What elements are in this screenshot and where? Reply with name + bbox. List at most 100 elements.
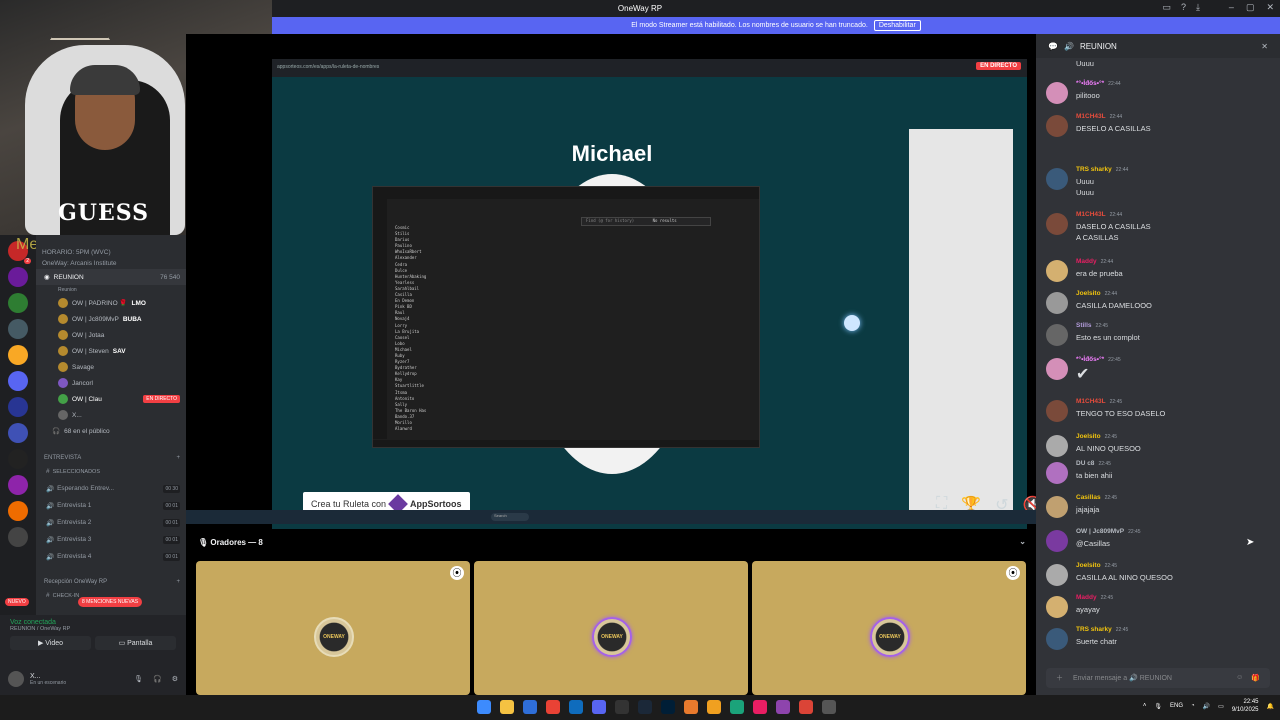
- options-icon[interactable]: ⦿: [1006, 566, 1020, 580]
- server-icon[interactable]: [8, 397, 28, 417]
- photoshop-icon[interactable]: [661, 700, 675, 714]
- chat-input[interactable]: ＋ Enviar mensaje a 🔊 REUNION ☺ 🎁: [1046, 668, 1270, 688]
- audience-count[interactable]: 🎧 68 en el público: [36, 423, 186, 439]
- plus-icon[interactable]: +: [176, 579, 180, 585]
- gift-icon[interactable]: 🎁: [1251, 674, 1260, 682]
- options-icon[interactable]: ⦿: [450, 566, 464, 580]
- avatar[interactable]: [1046, 82, 1068, 104]
- headphones-icon[interactable]: 🎧: [153, 675, 162, 683]
- steam-icon[interactable]: [638, 700, 652, 714]
- message-author[interactable]: DU c8 22:45: [1076, 460, 1111, 467]
- voice-user[interactable]: Jancorl: [36, 375, 186, 391]
- chevron-down-icon[interactable]: ⌄: [1019, 537, 1026, 546]
- new-badge[interactable]: NUEVO: [5, 598, 29, 606]
- voice-room[interactable]: 🔊 Esperando Entrev... 00 30: [36, 480, 186, 497]
- message-author[interactable]: M1CH43L 22:44: [1076, 211, 1122, 218]
- server-icon[interactable]: [8, 319, 28, 339]
- avatar[interactable]: [1046, 292, 1068, 314]
- speaker-tile[interactable]: ONEWAY ⦿: [752, 561, 1026, 695]
- speakers-header[interactable]: 🎙 Oradores — 8 ⌄: [186, 534, 1036, 552]
- category-recepcion[interactable]: Recepción OneWay RP +: [36, 573, 186, 587]
- mic-icon[interactable]: 🎙: [134, 675, 143, 683]
- message-author[interactable]: Joelsito 22:44: [1076, 290, 1117, 297]
- close-icon[interactable]: ✕: [1261, 42, 1268, 51]
- voice-room[interactable]: 🔊 Entrevista 2 00 01: [36, 514, 186, 531]
- voice-user[interactable]: X...: [36, 407, 186, 423]
- speaker-tile[interactable]: ONEWAY ⦿: [196, 561, 470, 695]
- message-author[interactable]: Maddy 22:45: [1076, 594, 1113, 601]
- app-icon[interactable]: [684, 700, 698, 714]
- server-icon[interactable]: [8, 423, 28, 443]
- avatar[interactable]: [1046, 435, 1068, 457]
- text-channel-seleccionados[interactable]: # SELECCIONADOS: [36, 463, 186, 480]
- speaker-tile[interactable]: ONEWAY: [474, 561, 748, 695]
- avatar[interactable]: [1046, 628, 1068, 650]
- avatar[interactable]: [1046, 358, 1068, 380]
- voice-user[interactable]: OW | Jc809MvP BUBA: [36, 311, 186, 327]
- voice-room[interactable]: 🔊 Entrevista 1 00 01: [36, 497, 186, 514]
- message-author[interactable]: TRS sharky 22:45: [1076, 626, 1128, 633]
- message-author[interactable]: *°•İđős•°* 22:45: [1076, 356, 1121, 363]
- voice-room[interactable]: 🔊 Entrevista 4 00 01: [36, 548, 186, 565]
- message-author[interactable]: Stills 22:45: [1076, 322, 1108, 329]
- server-icon[interactable]: [8, 371, 28, 391]
- maximize-icon[interactable]: ▢: [1246, 2, 1255, 13]
- message-author[interactable]: Joelsito 22:45: [1076, 562, 1117, 569]
- lang-indicator[interactable]: ENG: [1170, 703, 1183, 709]
- chrome-icon[interactable]: [799, 700, 813, 714]
- emoji-icon[interactable]: ☺: [1236, 674, 1243, 682]
- avatar[interactable]: [1046, 260, 1068, 282]
- plus-icon[interactable]: +: [176, 455, 180, 461]
- video-button[interactable]: ▶ Video: [10, 636, 91, 650]
- notification-icon[interactable]: 🔔: [1267, 703, 1274, 710]
- message-author[interactable]: TRS sharky 22:44: [1076, 166, 1128, 173]
- discord-icon[interactable]: [592, 700, 606, 714]
- server-icon[interactable]: [8, 501, 28, 521]
- category-entrevista[interactable]: ENTREVISTA +: [36, 449, 186, 463]
- chevron-up-icon[interactable]: ˄: [1143, 703, 1147, 709]
- store-icon[interactable]: [523, 700, 537, 714]
- avatar[interactable]: [1046, 462, 1068, 484]
- obs-icon[interactable]: [615, 700, 629, 714]
- message-author[interactable]: *°•İđős•°* 22:44: [1076, 80, 1121, 87]
- minimize-icon[interactable]: –: [1229, 2, 1234, 13]
- server-icon[interactable]: [8, 449, 28, 469]
- avatar[interactable]: [1046, 530, 1068, 552]
- outlook-icon[interactable]: [569, 700, 583, 714]
- clock[interactable]: 22:45 9/10/2025: [1232, 698, 1259, 714]
- volume-icon[interactable]: 🔊: [1203, 703, 1210, 710]
- mentions-pill[interactable]: 8 MENCIONES NUEVAS: [78, 597, 143, 607]
- battery-icon[interactable]: ▭: [1218, 703, 1224, 710]
- inbox-icon[interactable]: ▭: [1162, 2, 1171, 13]
- voice-user[interactable]: OW | PADRINO 🌹 LMO: [36, 295, 186, 311]
- server-icon[interactable]: [8, 475, 28, 495]
- avatar[interactable]: [1046, 400, 1068, 422]
- voice-user[interactable]: OW | Jotaa: [36, 327, 186, 343]
- app-icon[interactable]: [776, 700, 790, 714]
- plus-icon[interactable]: ＋: [1056, 673, 1063, 683]
- avatar[interactable]: [1046, 213, 1068, 235]
- message-author[interactable]: M1CH43L 22:44: [1076, 113, 1122, 120]
- gear-icon[interactable]: ⚙: [172, 675, 178, 683]
- avatar[interactable]: [1046, 115, 1068, 137]
- message-author[interactable]: Joelsito 22:45: [1076, 433, 1117, 440]
- download-icon[interactable]: ⤓: [1196, 2, 1200, 13]
- voice-user[interactable]: Savage: [36, 359, 186, 375]
- app-icon[interactable]: [707, 700, 721, 714]
- message-author[interactable]: Maddy 22:44: [1076, 258, 1113, 265]
- mic-icon[interactable]: 🎙: [1154, 703, 1162, 710]
- message-author[interactable]: Casillas 22:45: [1076, 494, 1117, 501]
- wifi-icon[interactable]: ◔: [1191, 703, 1195, 709]
- chrome-icon[interactable]: [546, 700, 560, 714]
- close-icon[interactable]: ✕: [1266, 2, 1274, 13]
- stream-view[interactable]: appsorteos.com/es/apps/la-ruleta-de-nomb…: [186, 34, 1070, 534]
- avatar[interactable]: [1046, 324, 1068, 346]
- server-icon[interactable]: [8, 527, 28, 547]
- help-icon[interactable]: ?: [1181, 2, 1186, 13]
- settings-icon[interactable]: [822, 700, 836, 714]
- explorer-icon[interactable]: [500, 700, 514, 714]
- tiktok-icon[interactable]: [753, 700, 767, 714]
- avatar[interactable]: [1046, 168, 1068, 190]
- voice-channel-reunion[interactable]: ◉ REUNION 76 540: [36, 269, 186, 285]
- screen-share-button[interactable]: ▭ Pantalla: [95, 636, 176, 650]
